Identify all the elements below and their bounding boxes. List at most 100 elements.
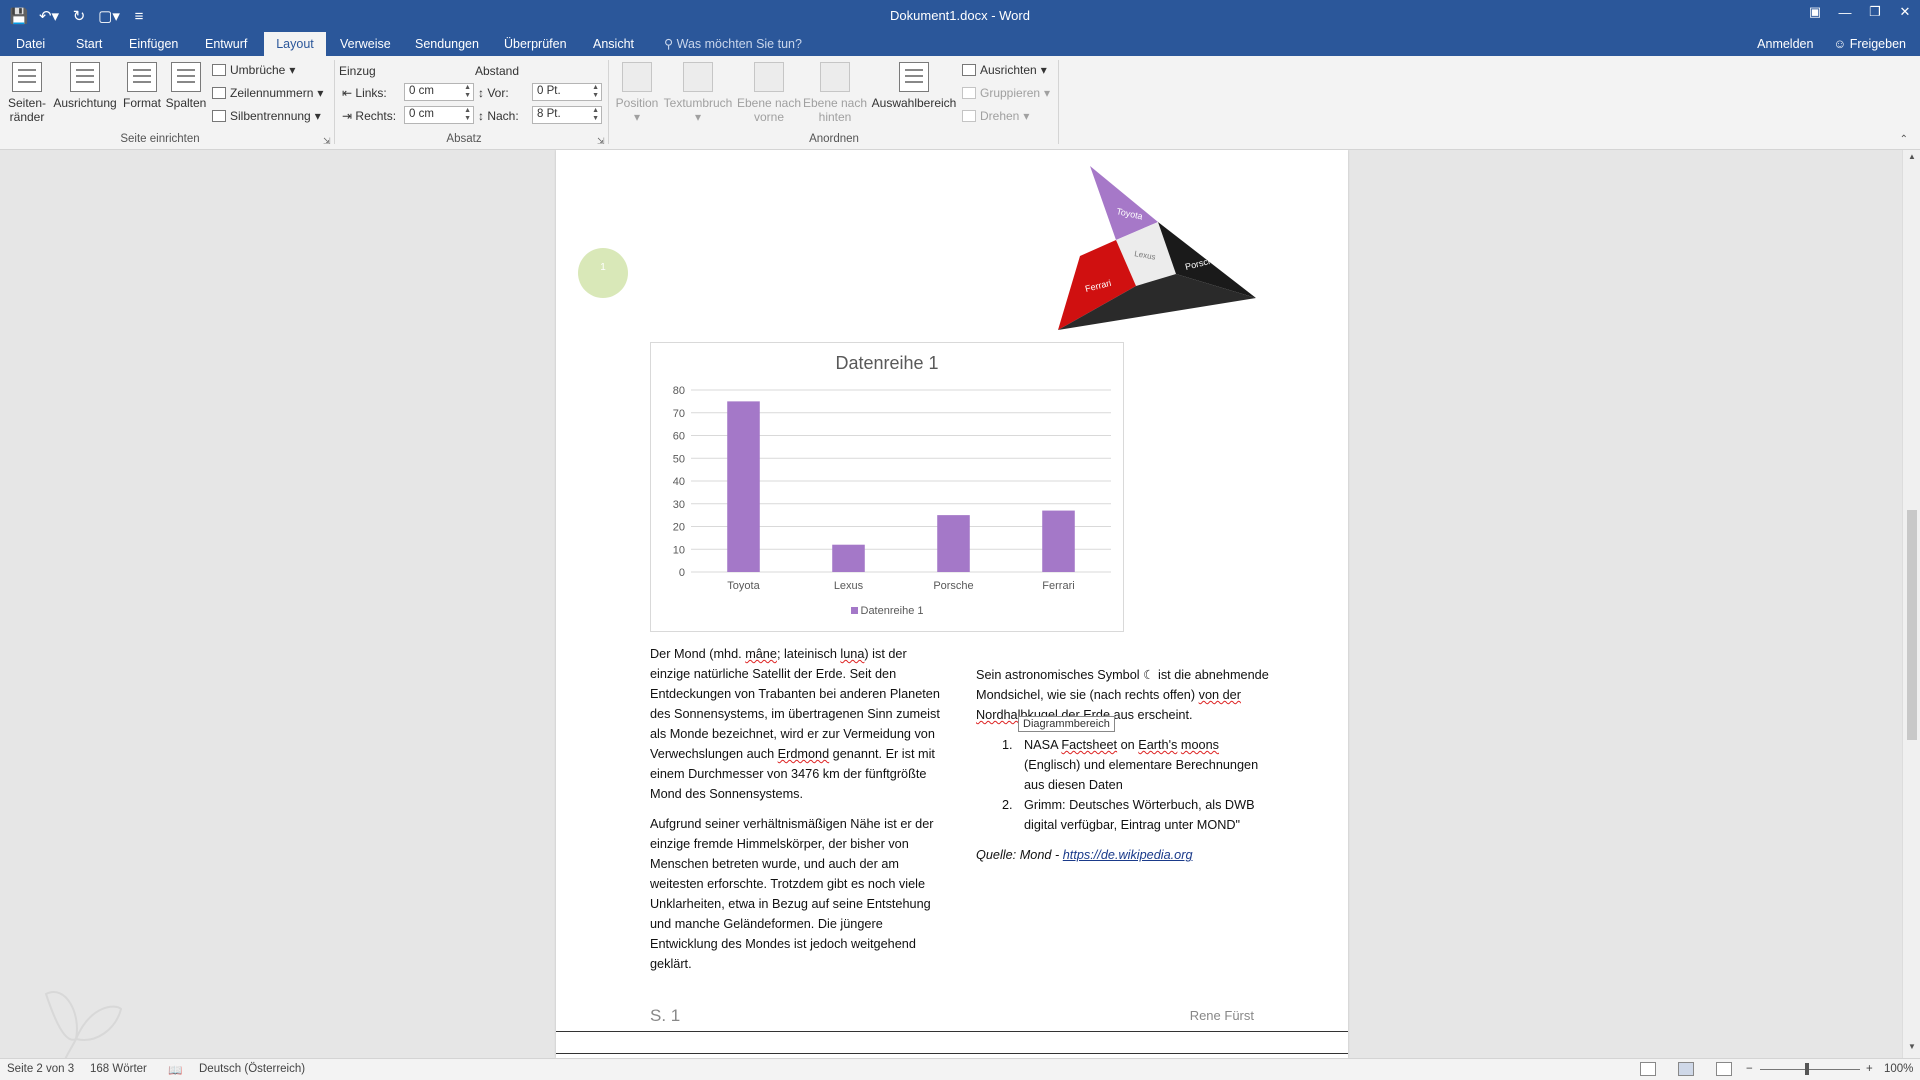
line-numbers-icon [212, 87, 226, 99]
person-icon: ☺ [1833, 37, 1847, 51]
zoom-out-icon[interactable]: − [1746, 1063, 1753, 1075]
spacing-before-input[interactable]: 0 Pt. ▲ ▼ [532, 83, 602, 101]
x-tick-label: Ferrari [1042, 580, 1074, 592]
indent-right-icon: ⇥ [342, 109, 353, 123]
position-button[interactable]: Position ▾ [612, 62, 662, 124]
breaks-button[interactable]: Umbrüche ▾ [212, 63, 295, 77]
align-icon [962, 64, 976, 76]
chart-bar [832, 544, 865, 572]
columns-button[interactable]: Spalten [164, 62, 208, 110]
page-count[interactable]: Seite 2 von 3 [7, 1063, 74, 1075]
restore-button[interactable]: ❐ [1860, 0, 1890, 24]
rotate-button[interactable]: Drehen ▾ [962, 109, 1029, 123]
legend-swatch [850, 607, 858, 614]
window-title: Dokument1.docx - Word [890, 8, 1030, 23]
read-mode-icon[interactable] [1640, 1062, 1656, 1076]
group-separator [334, 60, 335, 144]
y-tick-label: 70 [673, 408, 685, 420]
x-tick-label: Lexus [834, 580, 864, 592]
close-button[interactable]: ✕ [1890, 0, 1920, 24]
vertical-scrollbar[interactable]: ▲ ▼ [1902, 150, 1920, 1058]
web-layout-icon[interactable] [1716, 1062, 1732, 1076]
text-column-right[interactable]: Sein astronomisches Symbol ☾ ist die abn… [976, 665, 1276, 875]
tab-entwurf[interactable]: Entwurf [197, 32, 255, 56]
ribbon-tabs: Datei Start Einfügen Entwurf Layout Verw… [0, 32, 1920, 56]
print-layout-icon[interactable] [1678, 1062, 1694, 1076]
y-tick-label: 20 [673, 522, 685, 534]
footer-page-number: S. 1 [650, 1006, 681, 1025]
paragraph-launcher-icon[interactable]: ⇲ [597, 136, 605, 147]
ribbon: Seiten- ränder Ausrichtung Format Spalte… [0, 56, 1920, 150]
hyphenation-button[interactable]: Silbentrennung ▾ [212, 109, 321, 123]
group-separator [608, 60, 609, 144]
source-link[interactable]: https://de.wikipedia.org [1063, 848, 1193, 862]
chart-bar [727, 401, 760, 572]
spacing-after-input[interactable]: 8 Pt. ▲ ▼ [532, 106, 602, 124]
footnote-list: 1. NASA Factsheet on Earth's moons (Engli… [976, 735, 1276, 835]
align-button[interactable]: Ausrichten ▾ [962, 63, 1047, 77]
document-area: 1 Toyota Lexus Porsche Ferrari Datenreih… [0, 150, 1902, 1058]
scroll-up-icon[interactable]: ▲ [1903, 152, 1920, 166]
word-count[interactable]: 168 Wörter [90, 1063, 147, 1075]
text-column-left[interactable]: Der Mond (mhd. mâne; lateinisch luna) is… [650, 644, 940, 984]
selection-pane-icon [899, 62, 929, 92]
scroll-down-icon[interactable]: ▼ [1903, 1042, 1920, 1056]
group-button[interactable]: Gruppieren ▾ [962, 86, 1050, 100]
send-backward-button[interactable]: Ebene nach hinten [802, 62, 868, 124]
tab-layout[interactable]: Layout [264, 32, 326, 56]
bring-forward-icon [754, 62, 784, 92]
signin-link[interactable]: Anmelden [1757, 32, 1813, 56]
share-button[interactable]: ☺ Freigeben [1833, 32, 1906, 56]
y-tick-label: 50 [673, 453, 685, 465]
group-label-absatz: Absatz [446, 133, 482, 145]
tab-einfuegen[interactable]: Einfügen [121, 32, 186, 56]
selection-pane-button[interactable]: Auswahlbereich [868, 62, 960, 110]
zoom-slider-thumb[interactable] [1805, 1063, 1809, 1075]
margins-button[interactable]: Seiten- ränder [5, 62, 49, 124]
language-indicator[interactable]: Deutsch (Österreich) [199, 1063, 305, 1075]
bring-forward-button[interactable]: Ebene nach vorne [736, 62, 802, 124]
group-label-anordnen: Anordnen [809, 133, 859, 145]
paragraph: Der Mond (mhd. mâne; lateinisch luna) is… [650, 647, 940, 801]
format-button[interactable]: Format [120, 62, 164, 110]
spinner-arrows-icon[interactable]: ▲ ▼ [464, 107, 471, 123]
indent-left-label: ⇤ Links: [342, 86, 387, 100]
indent-left-input[interactable]: 0 cm ▲ ▼ [404, 83, 474, 101]
scrollbar-thumb[interactable] [1907, 510, 1917, 740]
spinner-arrows-icon[interactable]: ▲ ▼ [592, 107, 599, 123]
orientation-button[interactable]: Ausrichtung [52, 62, 118, 110]
zoom-slider[interactable] [1760, 1069, 1860, 1070]
spinner-arrows-icon[interactable]: ▲ ▼ [464, 84, 471, 100]
proofing-icon[interactable]: 📖 [168, 1063, 182, 1077]
minimize-button[interactable]: — [1830, 0, 1860, 24]
collapse-ribbon-icon[interactable]: ⌃ [1900, 134, 1908, 145]
status-bar: Seite 2 von 3 168 Wörter 📖 Deutsch (Öste… [0, 1058, 1920, 1080]
pyramid-smartart[interactable]: Toyota Lexus Porsche Ferrari [1056, 158, 1266, 338]
tell-me-box[interactable]: ⚲ Was möchten Sie tun? [656, 32, 810, 56]
indent-label: Einzug [339, 64, 376, 78]
zoom-level[interactable]: 100% [1884, 1063, 1913, 1075]
zoom-in-icon[interactable]: + [1866, 1063, 1873, 1075]
document-page[interactable]: 1 Toyota Lexus Porsche Ferrari Datenreih… [556, 150, 1348, 1058]
list-item: 1. NASA Factsheet on Earth's moons (Engli… [1002, 738, 1259, 792]
tab-datei[interactable]: Datei [8, 32, 53, 56]
x-tick-label: Porsche [933, 580, 973, 592]
chart-bar [1042, 510, 1075, 572]
ribbon-display-icon[interactable]: ▣ [1800, 0, 1830, 24]
indent-right-input[interactable]: 0 cm ▲ ▼ [404, 106, 474, 124]
page-setup-launcher-icon[interactable]: ⇲ [323, 136, 331, 147]
x-tick-label: Toyota [727, 580, 760, 592]
spinner-arrows-icon[interactable]: ▲ ▼ [592, 84, 599, 100]
circle-shape[interactable]: 1 [578, 248, 628, 298]
tab-ansicht[interactable]: Ansicht [585, 32, 642, 56]
hyphenation-icon [212, 110, 226, 122]
tab-verweise[interactable]: Verweise [332, 32, 399, 56]
tab-ueberpruefen[interactable]: Überprüfen [496, 32, 575, 56]
title-bar: 💾 ↶▾ ↻ ▢▾ ≡ Dokument1.docx - Word ▣ — ❐ … [0, 0, 1920, 32]
window-controls: ▣ — ❐ ✕ [1800, 0, 1920, 24]
tab-start[interactable]: Start [68, 32, 110, 56]
tab-sendungen[interactable]: Sendungen [407, 32, 487, 56]
chart-area[interactable]: Datenreihe 1 0 10 20 30 40 50 60 70 80 Toyota Lexu… [650, 342, 1124, 632]
line-numbers-button[interactable]: Zeilennummern ▾ [212, 86, 323, 100]
wrap-text-button[interactable]: Textumbruch ▾ [662, 62, 734, 124]
